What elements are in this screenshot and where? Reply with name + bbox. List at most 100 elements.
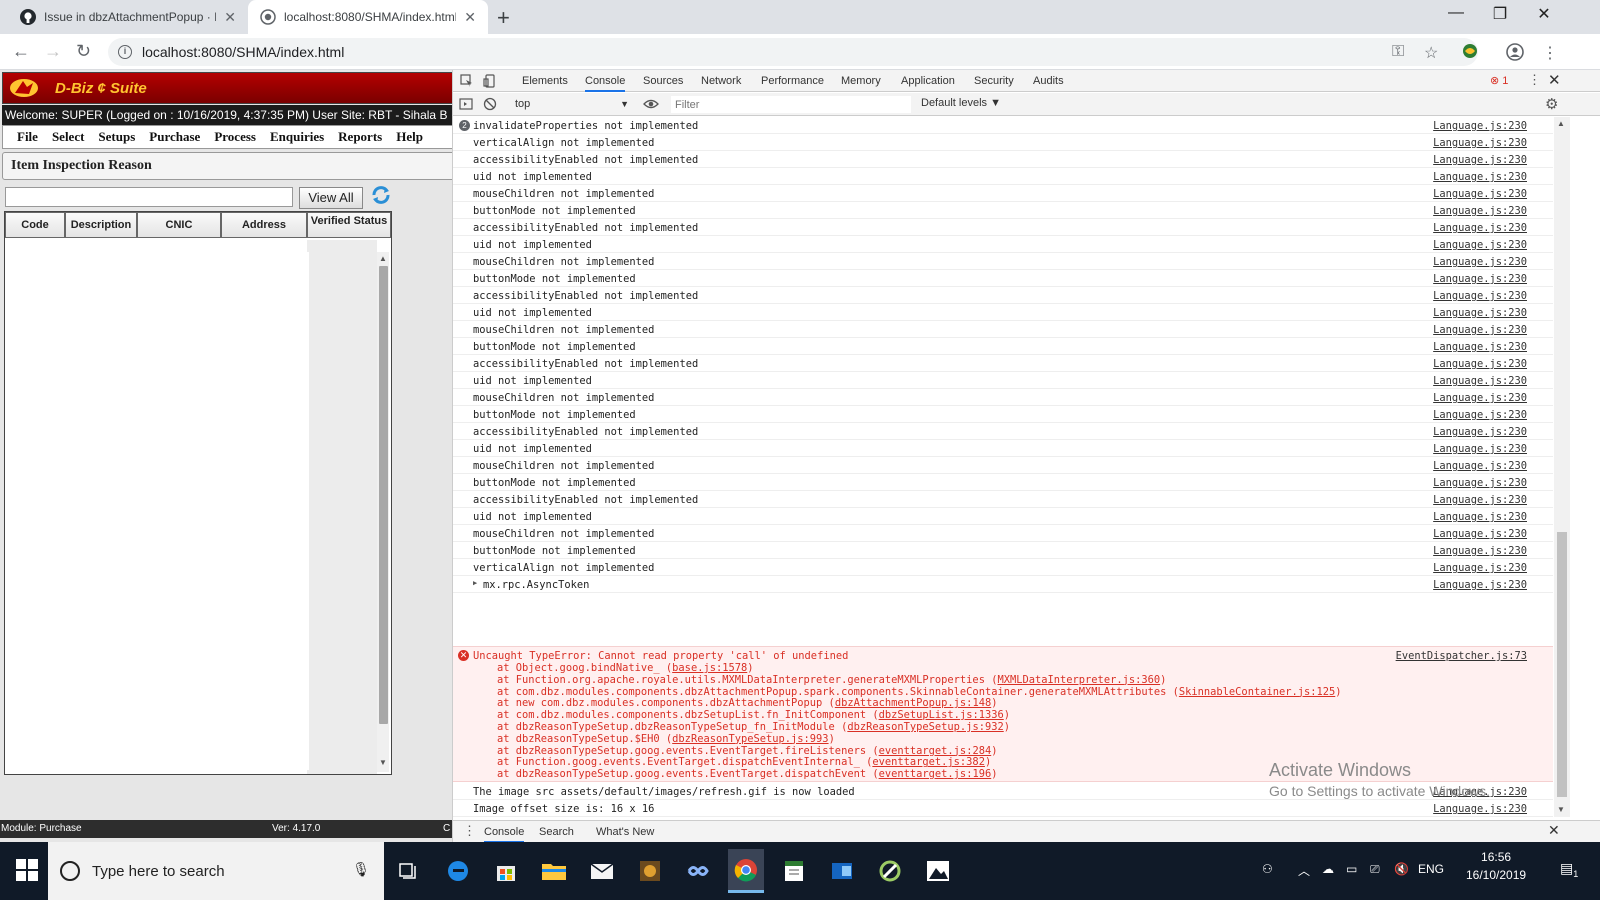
console-filter-input[interactable] — [671, 96, 911, 113]
menu-help[interactable]: Help — [396, 129, 423, 145]
scroll-down-icon[interactable]: ▼ — [379, 758, 387, 767]
tab-audits[interactable]: Audits — [1033, 70, 1064, 92]
console-scrollbar[interactable]: ▲ ▼ — [1554, 117, 1570, 817]
address-bar[interactable]: i localhost:8080/SHMA/index.html — [108, 38, 1478, 66]
context-select[interactable]: top ▼ — [511, 96, 629, 112]
browser-tab-github[interactable]: Issue in dbzAttachmentPopup · Is ✕ — [8, 0, 248, 34]
stack-frame-location-link[interactable]: dbzReasonTypeSetup.js:932 — [847, 721, 1003, 733]
stack-frame-location-link[interactable]: eventtarget.js:284 — [879, 745, 992, 757]
network-icon[interactable]: ⎚ — [1370, 862, 1380, 877]
stack-frame-location-link[interactable]: MXMLDataInterpreter.js:360 — [997, 674, 1160, 686]
column-header-verified-status[interactable]: Verified Status — [307, 212, 391, 238]
console-message-text[interactable]: mx.rpc.AsyncToken — [483, 579, 589, 591]
console-source-link[interactable]: Language.js:230 — [1433, 324, 1527, 336]
action-center-icon[interactable]: ▤1 — [1560, 860, 1578, 879]
file-explorer-icon[interactable] — [536, 853, 572, 889]
key-icon[interactable]: ⚿ — [1392, 43, 1404, 61]
bookmark-star-icon[interactable]: ☆ — [1424, 43, 1438, 63]
search-input[interactable] — [5, 187, 293, 207]
microphone-icon[interactable]: 🎙 — [352, 861, 370, 878]
console-source-link[interactable]: Language.js:230 — [1433, 477, 1527, 489]
console-source-link[interactable]: Language.js:230 — [1433, 392, 1527, 404]
extension-icon[interactable] — [1462, 43, 1478, 64]
drawer-tab-search[interactable]: Search — [539, 821, 574, 843]
console-source-link[interactable]: Language.js:230 — [1433, 358, 1527, 370]
tab-elements[interactable]: Elements — [522, 70, 568, 92]
console-source-link[interactable]: Language.js:230 — [1433, 443, 1527, 455]
mail-icon[interactable] — [584, 853, 620, 889]
tab-network[interactable]: Network — [701, 70, 741, 92]
console-source-link[interactable]: Language.js:230 — [1433, 579, 1527, 591]
onedrive-icon[interactable]: ☁ — [1322, 862, 1334, 876]
windows-start-icon[interactable] — [16, 859, 38, 881]
log-levels-dropdown[interactable]: Default levels ▼ — [921, 97, 1001, 109]
infinity-app-icon[interactable] — [680, 853, 716, 889]
menu-purchase[interactable]: Purchase — [149, 129, 200, 145]
taskbar-clock[interactable]: 16:56 16/10/2019 — [1466, 848, 1526, 884]
column-header-code[interactable]: Code — [5, 212, 65, 238]
scrollbar-thumb[interactable] — [379, 266, 388, 724]
view-all-button[interactable]: View All — [299, 187, 363, 209]
minimize-button[interactable]: — — [1434, 4, 1478, 22]
clear-console-icon[interactable] — [483, 97, 497, 111]
notepad-app-icon[interactable] — [776, 853, 812, 889]
menu-file[interactable]: File — [17, 129, 38, 145]
stack-frame-location-link[interactable]: base.js:1578 — [672, 662, 747, 674]
close-tab-icon[interactable]: ✕ — [464, 9, 476, 26]
close-window-button[interactable]: ✕ — [1522, 4, 1566, 24]
reload-icon[interactable]: ↻ — [76, 41, 91, 62]
volume-icon[interactable]: 🔇 — [1394, 862, 1409, 876]
console-source-link[interactable]: Language.js:230 — [1433, 290, 1527, 302]
language-indicator[interactable]: ENG — [1418, 862, 1444, 876]
scroll-down-icon[interactable]: ▼ — [1557, 805, 1565, 814]
edge-icon[interactable] — [440, 853, 476, 889]
chrome-taskbar-icon[interactable] — [728, 849, 764, 893]
console-source-link[interactable]: Language.js:230 — [1433, 222, 1527, 234]
console-source-link[interactable]: Language.js:230 — [1433, 494, 1527, 506]
close-drawer-icon[interactable]: ✕ — [1548, 822, 1560, 839]
column-header-cnic[interactable]: CNIC — [137, 212, 221, 238]
console-source-link[interactable]: Language.js:230 — [1433, 307, 1527, 319]
game-app-icon[interactable] — [632, 853, 668, 889]
column-header-address[interactable]: Address — [221, 212, 307, 238]
console-source-link[interactable]: Language.js:230 — [1433, 409, 1527, 421]
expand-triangle-icon[interactable]: ▶ — [473, 579, 477, 587]
maximize-button[interactable]: ❐ — [1478, 4, 1522, 24]
store-icon[interactable] — [488, 853, 524, 889]
console-source-link[interactable]: Language.js:230 — [1433, 545, 1527, 557]
console-source-link[interactable]: Language.js:230 — [1433, 273, 1527, 285]
console-source-link[interactable]: Language.js:230 — [1433, 171, 1527, 183]
close-tab-icon[interactable]: ✕ — [224, 9, 236, 26]
console-source-link[interactable]: Language.js:230 — [1433, 256, 1527, 268]
task-view-icon[interactable] — [390, 853, 426, 889]
drawer-tab-console[interactable]: Console — [484, 821, 525, 843]
console-source-link[interactable]: Language.js:230 — [1433, 562, 1527, 574]
drawer-tab-whats-new[interactable]: What's New — [596, 821, 654, 843]
menu-setups[interactable]: Setups — [98, 129, 135, 145]
tab-application[interactable]: Application — [901, 70, 955, 92]
console-source-link[interactable]: Language.js:230 — [1433, 188, 1527, 200]
tab-performance[interactable]: Performance — [761, 70, 824, 92]
console-source-link[interactable]: Language.js:230 — [1433, 239, 1527, 251]
stack-frame-location-link[interactable]: dbzAttachmentPopup.js:148 — [835, 697, 991, 709]
profile-icon[interactable] — [1506, 43, 1524, 66]
stack-frame-location-link[interactable]: eventtarget.js:196 — [879, 768, 992, 780]
console-source-link[interactable]: Language.js:230 — [1433, 375, 1527, 387]
forward-icon[interactable]: → — [44, 41, 62, 62]
photos-app-icon[interactable] — [920, 853, 956, 889]
error-count-badge[interactable]: ⊗ 1 — [1490, 74, 1508, 87]
browser-tab-active[interactable]: localhost:8080/SHMA/index.html ✕ — [248, 0, 488, 34]
scroll-up-icon[interactable]: ▲ — [379, 254, 387, 263]
show-hidden-icons-chevron-icon[interactable]: ︿ — [1298, 862, 1310, 879]
outlook-app-icon[interactable] — [824, 853, 860, 889]
grid-scrollbar[interactable]: ▲ ▼ — [377, 252, 389, 772]
people-icon[interactable]: ⚇ — [1262, 862, 1273, 876]
close-devtools-icon[interactable]: ✕ — [1548, 71, 1561, 89]
info-icon[interactable]: i — [118, 45, 132, 59]
console-settings-gear-icon[interactable]: ⚙ — [1545, 95, 1558, 113]
tab-memory[interactable]: Memory — [841, 70, 881, 92]
battery-icon[interactable]: ▭ — [1346, 862, 1357, 876]
new-tab-button[interactable]: + — [497, 5, 510, 31]
console-source-link[interactable]: Language.js:230 — [1433, 528, 1527, 540]
console-source-link[interactable]: Language.js:230 — [1433, 460, 1527, 472]
